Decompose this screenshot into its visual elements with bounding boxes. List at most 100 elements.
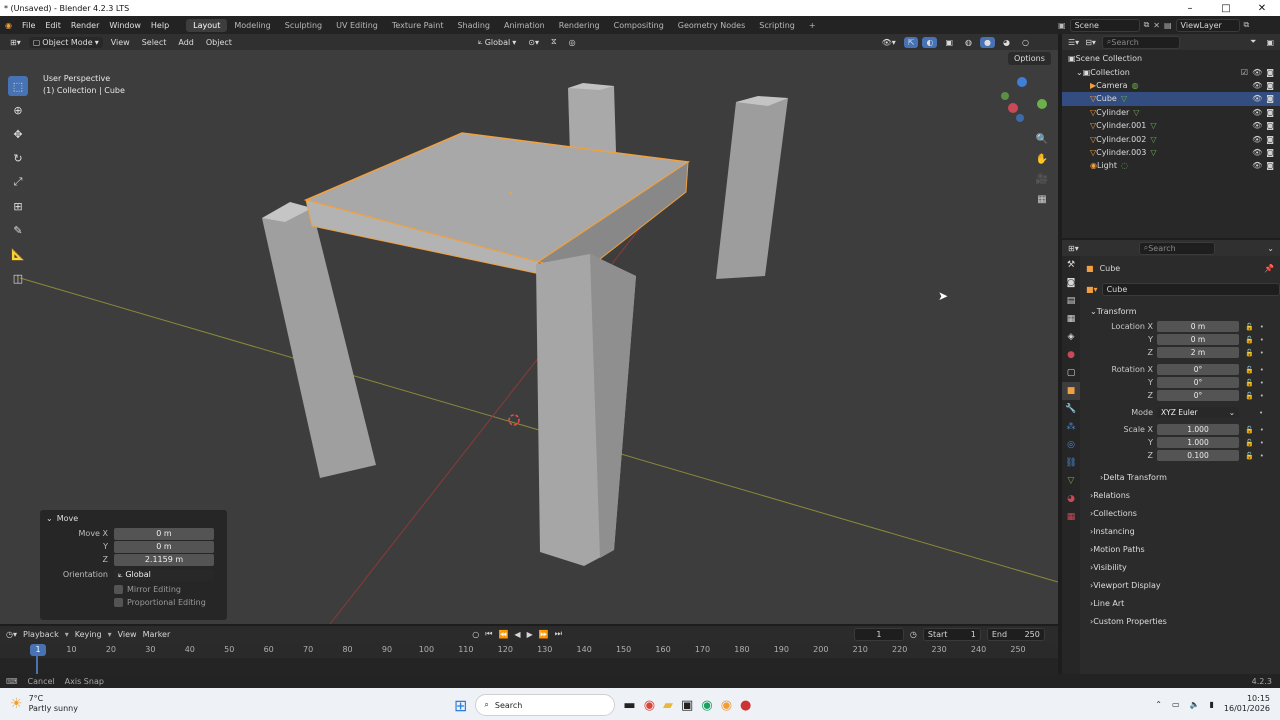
delete-scene-icon[interactable]: ✕ bbox=[1153, 21, 1160, 30]
menu-timeline-view[interactable]: View bbox=[118, 630, 137, 639]
current-frame-field[interactable]: 1 bbox=[853, 627, 904, 641]
move-y-field[interactable]: 0 m bbox=[114, 540, 214, 553]
blender-logo-icon[interactable]: ◉ bbox=[0, 21, 17, 30]
keyframe-dot-icon[interactable]: • bbox=[1259, 409, 1263, 417]
motion-paths-panel-header[interactable]: › Motion Paths bbox=[1080, 540, 1280, 558]
relations-panel-header[interactable]: › Relations bbox=[1080, 486, 1280, 504]
add-workspace-icon[interactable]: + bbox=[802, 19, 823, 32]
keyframe-dot-icon[interactable]: • bbox=[1260, 452, 1264, 460]
collection-row[interactable]: ⌄ ▣ Collection ☑ 👁 ◙ bbox=[1062, 65, 1280, 78]
modifier-tab-icon[interactable]: 🔧 bbox=[1062, 400, 1080, 418]
camera-render-icon[interactable]: ◙ bbox=[1266, 68, 1274, 77]
tab-animation[interactable]: Animation bbox=[497, 19, 552, 32]
new-collection-icon[interactable]: ▣ bbox=[1266, 38, 1280, 47]
clock[interactable]: 10:15 16/01/2026 bbox=[1224, 694, 1270, 714]
visibility-panel-header[interactable]: › Visibility bbox=[1080, 558, 1280, 576]
tray-chevron-icon[interactable]: ⌃ bbox=[1155, 700, 1162, 709]
view-layer-tab-icon[interactable]: ▦ bbox=[1062, 310, 1080, 328]
mode-selector[interactable]: ▢ Object Mode ▾ bbox=[28, 36, 103, 48]
windows-start-icon[interactable]: ⊞ bbox=[454, 696, 467, 715]
viewport-display-panel-header[interactable]: › Viewport Display bbox=[1080, 576, 1280, 594]
menu-marker[interactable]: Marker bbox=[143, 630, 171, 639]
jump-start-icon[interactable]: ⏮ bbox=[485, 629, 492, 639]
lock-icon[interactable]: 🔓 bbox=[1245, 366, 1254, 374]
outliner-item-camera[interactable]: ▶ Camera ◍ 👁 ◙ bbox=[1062, 79, 1280, 92]
blender-taskbar-icon[interactable]: ◉ bbox=[721, 698, 732, 713]
expand-icon[interactable]: ⌄ bbox=[1076, 68, 1083, 77]
keyframe-dot-icon[interactable]: • bbox=[1260, 349, 1264, 357]
start-frame-field[interactable]: Start 1 bbox=[922, 627, 981, 641]
properties-editor-icon[interactable]: ⊞▾ bbox=[1068, 244, 1079, 253]
constraints-tab-icon[interactable]: ⛓ bbox=[1062, 454, 1080, 472]
network-icon[interactable]: ▭ bbox=[1172, 700, 1180, 709]
lock-icon[interactable]: 🔓 bbox=[1245, 439, 1254, 447]
tab-shading[interactable]: Shading bbox=[450, 19, 497, 32]
scale-y-field[interactable]: 1.000 bbox=[1157, 437, 1239, 448]
next-keyframe-icon[interactable]: ⏩ bbox=[539, 630, 549, 639]
camera-render-icon[interactable]: ◙ bbox=[1266, 121, 1274, 130]
scene-collection-row[interactable]: ▣ Scene Collection bbox=[1062, 52, 1280, 65]
filter-icon[interactable]: ⏷ bbox=[1250, 37, 1260, 47]
playhead-frame-label[interactable]: 1 bbox=[30, 644, 46, 656]
properties-options-icon[interactable]: ⌄ bbox=[1267, 244, 1280, 253]
transform-orientation-selector[interactable]: ⟀ Global ▾ bbox=[474, 36, 520, 48]
measure-icon[interactable]: 📐 bbox=[8, 244, 28, 264]
menu-view[interactable]: View bbox=[107, 37, 134, 48]
camera-render-icon[interactable]: ◙ bbox=[1266, 161, 1274, 170]
eye-icon[interactable]: 👁 bbox=[1252, 81, 1262, 90]
output-tab-icon[interactable]: ▤ bbox=[1062, 292, 1080, 310]
properties-search-input[interactable]: ⌕ Search bbox=[1138, 241, 1215, 255]
play-icon[interactable]: ▶ bbox=[527, 630, 533, 639]
annotate-icon[interactable]: ✎ bbox=[8, 220, 28, 240]
lock-icon[interactable]: 🔓 bbox=[1245, 323, 1254, 331]
menu-object[interactable]: Object bbox=[202, 37, 236, 48]
jump-end-icon[interactable]: ⏭ bbox=[555, 629, 562, 639]
data-tab-icon[interactable]: ▽ bbox=[1062, 472, 1080, 490]
eye-icon[interactable]: 👁 bbox=[1252, 94, 1262, 103]
add-cube-icon[interactable]: ◫ bbox=[8, 268, 28, 288]
shading-wireframe-icon[interactable]: ◍ bbox=[961, 37, 976, 48]
display-mode-icon[interactable]: ⊟▾ bbox=[1085, 38, 1096, 47]
menu-add[interactable]: Add bbox=[174, 37, 198, 48]
rotate-icon[interactable]: ↻ bbox=[8, 148, 28, 168]
rotation-y-field[interactable]: 0° bbox=[1157, 377, 1239, 388]
object-name-field[interactable]: Cube bbox=[1101, 282, 1280, 296]
eye-icon[interactable]: 👁 bbox=[1252, 121, 1262, 130]
lock-icon[interactable]: 🔓 bbox=[1245, 392, 1254, 400]
lock-icon[interactable]: 🔓 bbox=[1245, 452, 1254, 460]
scene-selector[interactable]: Scene bbox=[1069, 18, 1140, 32]
camera-render-icon[interactable]: ◙ bbox=[1266, 148, 1274, 157]
grid-view-icon[interactable]: ▦ bbox=[1034, 190, 1050, 210]
pivot-point-icon[interactable]: ⊙▾ bbox=[524, 37, 543, 48]
shading-solid-icon[interactable]: ● bbox=[980, 36, 995, 48]
move-operator-panel[interactable]: ⌄ Move Move X0 m Y0 m Z 2.1159 m Orientati… bbox=[40, 510, 227, 620]
lock-icon[interactable]: 🔓 bbox=[1245, 426, 1254, 434]
taskbar-search[interactable]: ⌕ Search bbox=[475, 694, 616, 716]
maximize-icon[interactable]: □ bbox=[1208, 3, 1244, 14]
gizmo-icon[interactable]: ⇱ bbox=[903, 36, 919, 48]
menu-edit[interactable]: Edit bbox=[40, 21, 66, 30]
move-z-field[interactable]: 2.1159 m bbox=[114, 553, 214, 566]
keyframe-dot-icon[interactable]: • bbox=[1260, 336, 1264, 344]
proportional-edit-icon[interactable]: ◎ bbox=[565, 37, 580, 48]
move-x-field[interactable]: 0 m bbox=[114, 527, 214, 540]
orientation-dropdown[interactable]: ⟀ Global bbox=[114, 568, 214, 581]
app-icon-red[interactable]: ● bbox=[740, 698, 751, 713]
eye-icon[interactable]: 👁 bbox=[1252, 68, 1262, 77]
move-icon[interactable]: ✥ bbox=[8, 124, 28, 144]
scene-tab-icon[interactable]: ◈ bbox=[1062, 328, 1080, 346]
eye-icon[interactable]: 👁 bbox=[1252, 161, 1262, 170]
camera-render-icon[interactable]: ◙ bbox=[1266, 94, 1274, 103]
app-file-icon[interactable]: ▬ bbox=[623, 698, 635, 713]
rotation-z-field[interactable]: 0° bbox=[1157, 390, 1239, 401]
keyframe-dot-icon[interactable]: • bbox=[1260, 379, 1264, 387]
lock-icon[interactable]: 🔓 bbox=[1245, 379, 1254, 387]
menu-keying[interactable]: Keying bbox=[75, 630, 102, 639]
location-x-field[interactable]: 0 m bbox=[1157, 321, 1239, 332]
outliner-item-cylinder-002[interactable]: ▽ Cylinder.002 ▽ 👁 ◙ bbox=[1062, 132, 1280, 145]
chrome-icon[interactable]: ◉ bbox=[644, 698, 655, 713]
location-z-field[interactable]: 2 m bbox=[1157, 347, 1239, 358]
proportional-editing-checkbox[interactable] bbox=[114, 598, 123, 607]
timeline-ruler[interactable]: 10 20 30 40 50 60 70 80 90 100 110 120 130 140 150 160 1… bbox=[0, 642, 1058, 674]
collection-tab-icon[interactable]: ▢ bbox=[1062, 364, 1080, 382]
